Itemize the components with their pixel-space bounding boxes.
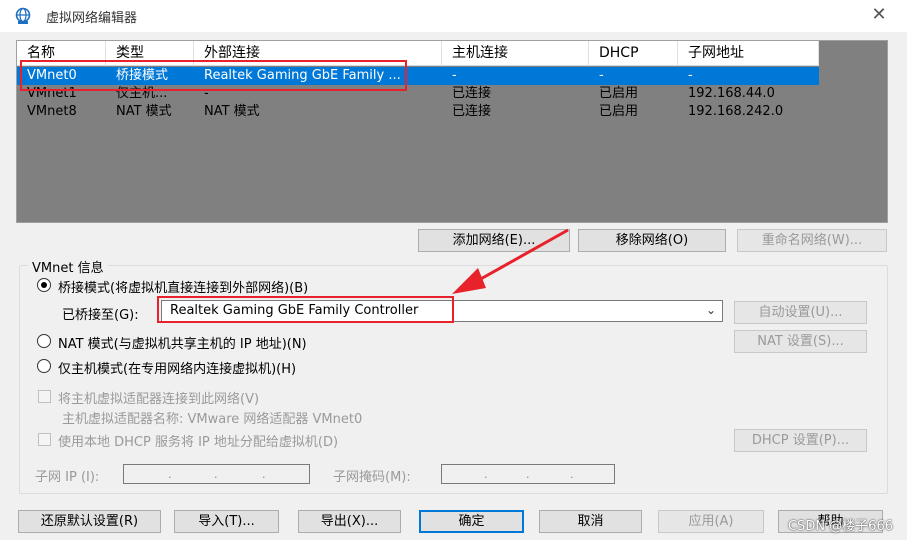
header-host[interactable]: 主机连接 [442,41,589,66]
mask-separator: . [484,468,488,481]
hostonly-label[interactable]: 仅主机模式(在专用网络内连接虚拟机)(H) [58,358,296,377]
watermark: CSDN @楼子666 [787,519,893,534]
cell-host: - [452,68,457,83]
ip-separator: . [214,468,218,481]
cell-name: VMnet8 [27,104,77,119]
cell-dhcp: - [599,68,604,83]
window-title: 虚拟网络编辑器 [46,11,138,26]
apply-button[interactable]: 应用(A) [658,510,764,533]
nat-label[interactable]: NAT 模式(与虚拟机共享主机的 IP 地址)(N) [58,333,307,352]
bridged-to-label: 已桥接至(G): [62,308,139,323]
export-button[interactable]: 导出(X)... [298,510,401,533]
cell-dhcp: 已启用 [599,86,639,101]
network-editor-icon [15,7,31,24]
header-name[interactable]: 名称 [17,41,106,66]
header-external[interactable]: 外部连接 [194,41,442,66]
cell-external: Realtek Gaming GbE Family ... [204,68,401,83]
cell-type: 仅主机... [116,86,168,101]
cell-subnet: 192.168.242.0 [688,104,784,119]
cell-type: 桥接模式 [116,68,169,83]
cell-subnet: - [688,68,693,83]
table-row[interactable]: VMnet1 仅主机... - 已连接 已启用 192.168.44.0 [17,85,819,103]
cancel-button[interactable]: 取消 [539,510,642,533]
close-icon[interactable]: ✕ [867,4,891,28]
nat-radio[interactable] [37,334,51,348]
hostonly-radio[interactable] [37,359,51,373]
cell-external: - [204,86,209,101]
chevron-down-icon[interactable]: ⌄ [706,303,716,317]
title-bar: 虚拟网络编辑器 ✕ [0,0,907,32]
header-dhcp[interactable]: DHCP [589,41,678,66]
header-subnet[interactable]: 子网地址 [678,41,819,66]
restore-defaults-button[interactable]: 还原默认设置(R) [18,510,161,533]
cell-type: NAT 模式 [116,104,172,119]
remove-network-button[interactable]: 移除网络(O) [578,229,726,252]
nat-settings-button[interactable]: NAT 设置(S)... [734,330,867,353]
ip-separator: . [168,468,172,481]
connect-adapter-checkbox[interactable] [38,390,51,403]
network-table[interactable]: 名称 类型 外部连接 主机连接 DHCP 子网地址 VMnet0 桥接模式 Re… [16,40,888,223]
cell-dhcp: 已启用 [599,104,639,119]
connect-adapter-label[interactable]: 将主机虚拟适配器连接到此网络(V) [58,388,259,407]
cell-host: 已连接 [452,86,492,101]
bridged-to-value: Realtek Gaming GbE Family Controller [170,303,419,318]
cell-host: 已连接 [452,104,492,119]
cell-name: VMnet1 [27,86,77,101]
auto-settings-button[interactable]: 自动设置(U)... [734,301,867,324]
table-header: 名称 类型 外部连接 主机连接 DHCP 子网地址 [17,41,819,66]
table-row[interactable]: VMnet0 桥接模式 Realtek Gaming GbE Family ..… [17,67,819,85]
bridged-to-select[interactable]: Realtek Gaming GbE Family Controller ⌄ [161,300,723,322]
subnet-mask-field[interactable]: . . . [441,464,615,484]
subnet-ip-field[interactable]: . . . [123,464,310,484]
adapter-name-label: 主机虚拟适配器名称: VMware 网络适配器 VMnet0 [62,412,363,427]
ip-separator: . [262,468,266,481]
cell-external: NAT 模式 [204,104,260,119]
subnet-mask-label: 子网掩码(M): [333,470,411,485]
table-row[interactable]: VMnet8 NAT 模式 NAT 模式 已连接 已启用 192.168.242… [17,103,819,121]
dhcp-label[interactable]: 使用本地 DHCP 服务将 IP 地址分配给虚拟机(D) [58,431,338,450]
mask-separator: . [526,468,530,481]
dhcp-checkbox[interactable] [38,433,51,446]
bridged-radio[interactable] [37,278,51,292]
header-type[interactable]: 类型 [106,41,194,66]
import-button[interactable]: 导入(T)... [174,510,279,533]
mask-separator: . [570,468,574,481]
cell-name: VMnet0 [27,68,77,83]
group-title: VMnet 信息 [28,257,108,276]
rename-network-button[interactable]: 重命名网络(W)... [737,229,887,252]
cell-subnet: 192.168.44.0 [688,86,775,101]
dhcp-settings-button[interactable]: DHCP 设置(P)... [734,429,867,452]
add-network-button[interactable]: 添加网络(E)... [418,229,570,252]
bridged-label[interactable]: 桥接模式(将虚拟机直接连接到外部网络)(B) [58,277,308,296]
subnet-ip-label: 子网 IP (I): [35,470,100,485]
ok-button[interactable]: 确定 [419,510,524,533]
